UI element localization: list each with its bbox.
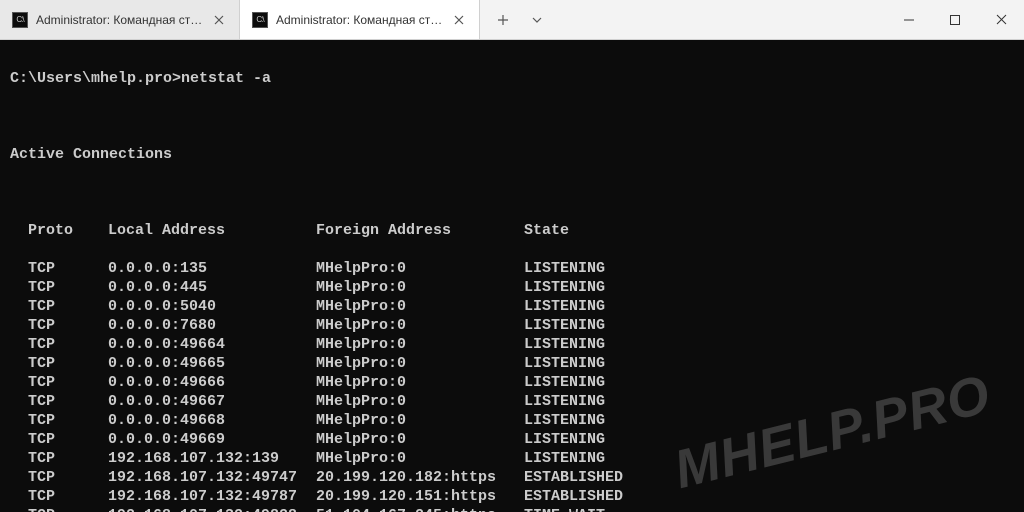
table-row: TCP192.168.107.132:139MHelpPro:0LISTENIN…: [10, 449, 1014, 468]
cell-foreign: 51.104.167.245:https: [316, 506, 524, 512]
col-proto: Proto: [28, 221, 108, 240]
cell-state: LISTENING: [524, 392, 605, 411]
table-row: TCP192.168.107.132:4978720.199.120.151:h…: [10, 487, 1014, 506]
section-heading: Active Connections: [10, 145, 172, 164]
cell-state: LISTENING: [524, 449, 605, 468]
cell-local: 0.0.0.0:135: [108, 259, 316, 278]
cell-local: 0.0.0.0:49664: [108, 335, 316, 354]
cell-proto: TCP: [28, 392, 108, 411]
cell-state: ESTABLISHED: [524, 487, 623, 506]
cell-local: 0.0.0.0:49669: [108, 430, 316, 449]
cell-foreign: MHelpPro:0: [316, 335, 524, 354]
cell-foreign: MHelpPro:0: [316, 278, 524, 297]
table-row: TCP0.0.0.0:7680MHelpPro:0LISTENING: [10, 316, 1014, 335]
table-row: TCP0.0.0.0:49666MHelpPro:0LISTENING: [10, 373, 1014, 392]
close-window-button[interactable]: [978, 0, 1024, 39]
cell-state: LISTENING: [524, 411, 605, 430]
cell-foreign: 20.199.120.182:https: [316, 468, 524, 487]
window-controls: [886, 0, 1024, 39]
cell-proto: TCP: [28, 259, 108, 278]
cell-state: LISTENING: [524, 373, 605, 392]
cell-proto: TCP: [28, 354, 108, 373]
maximize-button[interactable]: [932, 0, 978, 39]
close-icon[interactable]: [451, 12, 467, 28]
table-row: TCP0.0.0.0:49667MHelpPro:0LISTENING: [10, 392, 1014, 411]
command: netstat -a: [181, 69, 271, 88]
table-row: TCP192.168.107.132:4974720.199.120.182:h…: [10, 468, 1014, 487]
table-row: TCP0.0.0.0:49668MHelpPro:0LISTENING: [10, 411, 1014, 430]
cell-local: 0.0.0.0:7680: [108, 316, 316, 335]
cell-state: LISTENING: [524, 430, 605, 449]
cell-foreign: MHelpPro:0: [316, 449, 524, 468]
cell-local: 0.0.0.0:445: [108, 278, 316, 297]
cell-local: 0.0.0.0:49667: [108, 392, 316, 411]
cell-state: LISTENING: [524, 278, 605, 297]
cell-proto: TCP: [28, 335, 108, 354]
cell-foreign: MHelpPro:0: [316, 392, 524, 411]
cmd-icon: C:\: [12, 12, 28, 28]
cell-state: TIME_WAIT: [524, 506, 605, 512]
cell-proto: TCP: [28, 468, 108, 487]
cell-proto: TCP: [28, 487, 108, 506]
cell-proto: TCP: [28, 411, 108, 430]
cell-foreign: MHelpPro:0: [316, 316, 524, 335]
cell-local: 192.168.107.132:49787: [108, 487, 316, 506]
col-foreign: Foreign Address: [316, 221, 524, 240]
cell-local: 192.168.107.132:49747: [108, 468, 316, 487]
cell-proto: TCP: [28, 506, 108, 512]
col-local: Local Address: [108, 221, 316, 240]
cell-state: ESTABLISHED: [524, 468, 623, 487]
cell-proto: TCP: [28, 430, 108, 449]
table-row: TCP0.0.0.0:49664MHelpPro:0LISTENING: [10, 335, 1014, 354]
cell-local: 0.0.0.0:49666: [108, 373, 316, 392]
table-row: TCP0.0.0.0:5040MHelpPro:0LISTENING: [10, 297, 1014, 316]
prompt: C:\Users\mhelp.pro>: [10, 69, 181, 88]
cell-state: LISTENING: [524, 316, 605, 335]
cell-foreign: MHelpPro:0: [316, 411, 524, 430]
cell-state: LISTENING: [524, 335, 605, 354]
cell-local: 192.168.107.132:139: [108, 449, 316, 468]
title-bar: C:\ Administrator: Командная стро C:\ Ad…: [0, 0, 1024, 40]
cell-local: 0.0.0.0:5040: [108, 297, 316, 316]
table-row: TCP192.168.107.132:4982851.104.167.245:h…: [10, 506, 1014, 512]
cell-foreign: MHelpPro:0: [316, 354, 524, 373]
cell-proto: TCP: [28, 278, 108, 297]
cell-local: 0.0.0.0:49665: [108, 354, 316, 373]
cell-foreign: 20.199.120.151:https: [316, 487, 524, 506]
table-row: TCP0.0.0.0:445MHelpPro:0LISTENING: [10, 278, 1014, 297]
tab-title: Administrator: Командная стро: [276, 13, 443, 27]
table-row: TCP0.0.0.0:135MHelpPro:0LISTENING: [10, 259, 1014, 278]
cell-proto: TCP: [28, 297, 108, 316]
cell-state: LISTENING: [524, 259, 605, 278]
cell-foreign: MHelpPro:0: [316, 259, 524, 278]
table-row: TCP0.0.0.0:49665MHelpPro:0LISTENING: [10, 354, 1014, 373]
cmd-icon: C:\: [252, 12, 268, 28]
terminal-output[interactable]: C:\Users\mhelp.pro>netstat -a Active Con…: [0, 40, 1024, 512]
cell-state: LISTENING: [524, 297, 605, 316]
cell-foreign: MHelpPro:0: [316, 297, 524, 316]
col-state: State: [524, 221, 569, 240]
table-row: TCP0.0.0.0:49669MHelpPro:0LISTENING: [10, 430, 1014, 449]
table-header: ProtoLocal AddressForeign AddressState: [10, 221, 1014, 240]
cell-state: LISTENING: [524, 354, 605, 373]
cell-local: 0.0.0.0:49668: [108, 411, 316, 430]
cell-proto: TCP: [28, 316, 108, 335]
new-tab-button[interactable]: [488, 5, 518, 35]
cell-local: 192.168.107.132:49828: [108, 506, 316, 512]
chevron-down-icon[interactable]: [522, 5, 552, 35]
tab-title: Administrator: Командная стро: [36, 13, 203, 27]
cell-proto: TCP: [28, 449, 108, 468]
close-icon[interactable]: [211, 12, 227, 28]
cell-foreign: MHelpPro:0: [316, 373, 524, 392]
minimize-button[interactable]: [886, 0, 932, 39]
cell-proto: TCP: [28, 373, 108, 392]
tab-inactive[interactable]: C:\ Administrator: Командная стро: [0, 0, 240, 39]
tab-strip: C:\ Administrator: Командная стро C:\ Ad…: [0, 0, 886, 39]
tab-active[interactable]: C:\ Administrator: Командная стро: [240, 0, 480, 39]
cell-foreign: MHelpPro:0: [316, 430, 524, 449]
